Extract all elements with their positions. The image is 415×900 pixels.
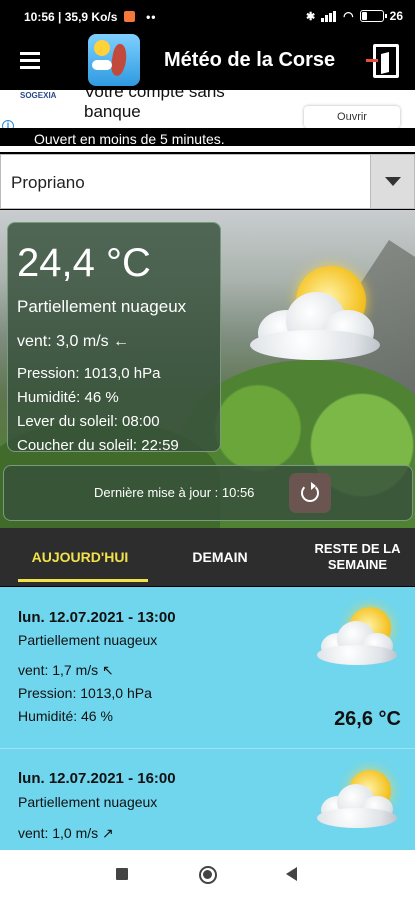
status-time: 10:56 | 35,9 Ko/s •• <box>24 10 157 24</box>
forecast-datetime: lun. 12.07.2021 - 16:00 <box>18 770 176 787</box>
refresh-icon[interactable] <box>289 473 331 513</box>
tab-tomorrow[interactable]: DEMAIN <box>165 528 275 586</box>
notification-icon <box>123 11 135 22</box>
system-nav-bar <box>0 850 415 900</box>
wifi-icon: ◠ <box>343 9 354 23</box>
home-icon[interactable] <box>199 866 217 884</box>
status-time-speed: 10:56 | 35,9 Ko/s <box>24 10 118 24</box>
status-dots: •• <box>146 10 157 24</box>
forecast-tabs: AUJOURD'HUI DEMAIN RESTE DE LA SEMAINE <box>0 528 415 586</box>
ad-open-button[interactable]: Ouvrir <box>304 106 400 128</box>
current-sunrise: Lever du soleil: 08:00 <box>17 413 160 430</box>
partly-cloudy-icon <box>315 768 405 832</box>
forecast-humidity: Humidité: 46 % <box>18 708 113 724</box>
current-sunset: Coucher du soleil: 22:59 <box>17 437 179 454</box>
ad-brand: SOGEXIA <box>20 91 57 100</box>
current-weather-panel: 24,4 °C Partiellement nuageux vent: 3,0 … <box>7 222 221 454</box>
forecast-card[interactable]: lun. 12.07.2021 - 16:00 Partiellement nu… <box>0 750 415 850</box>
bluetooth-icon: ✱ <box>305 10 316 23</box>
tab-today[interactable]: AUJOURD'HUI <box>10 528 150 586</box>
menu-icon[interactable] <box>20 52 40 70</box>
partly-cloudy-icon <box>315 605 405 669</box>
forecast-wind: vent: 1,7 m/s ↖ <box>18 662 114 678</box>
partly-cloudy-icon <box>248 262 398 372</box>
app-title: Météo de la Corse <box>164 49 336 71</box>
forecast-temperature: 26,6 °C <box>334 708 401 730</box>
forecast-list[interactable]: lun. 12.07.2021 - 13:00 Partiellement nu… <box>0 587 415 850</box>
back-icon[interactable] <box>286 867 297 881</box>
current-wind: vent: 3,0 m/s ← <box>17 333 130 350</box>
ad-headline: Votre compte sans banque <box>84 90 225 121</box>
city-select-value: Propriano <box>11 173 85 192</box>
current-temperature: 24,4 °C <box>17 241 151 285</box>
forecast-condition: Partiellement nuageux <box>18 794 158 810</box>
tab-rest-of-week[interactable]: RESTE DE LA SEMAINE <box>300 528 415 586</box>
recents-icon[interactable] <box>116 868 128 880</box>
ad-banner[interactable]: SOGEXIA Votre compte sans banque Ouvrir … <box>0 90 415 152</box>
forecast-datetime: lun. 12.07.2021 - 13:00 <box>18 609 176 626</box>
city-select[interactable]: Propriano <box>0 154 415 209</box>
signal-icon <box>321 10 337 22</box>
app-bar: Météo de la Corse <box>0 34 415 90</box>
forecast-card[interactable]: lun. 12.07.2021 - 13:00 Partiellement nu… <box>0 587 415 749</box>
battery-label: 26 <box>389 9 403 23</box>
last-update-text: Dernière mise à jour : 10:56 <box>94 485 255 500</box>
app-logo <box>88 34 140 86</box>
current-condition: Partiellement nuageux <box>17 297 187 316</box>
current-pressure: Pression: 1013,0 hPa <box>17 365 161 382</box>
last-update-bar: Dernière mise à jour : 10:56 <box>3 465 413 521</box>
forecast-wind: vent: 1,0 m/s ↗ <box>18 825 114 841</box>
chevron-down-icon[interactable] <box>370 155 414 208</box>
status-bar: 10:56 | 35,9 Ko/s •• ✱ ◠ 26 <box>0 0 415 34</box>
current-weather-hero: 24,4 °C Partiellement nuageux vent: 3,0 … <box>0 210 415 528</box>
ad-subtext: Ouvert en moins de 5 minutes. <box>0 128 415 147</box>
exit-door-icon[interactable] <box>366 44 399 78</box>
forecast-pressure: Pression: 1013,0 hPa <box>18 685 152 701</box>
battery-icon <box>359 10 387 22</box>
forecast-condition: Partiellement nuageux <box>18 632 158 648</box>
current-humidity: Humidité: 46 % <box>17 389 119 406</box>
